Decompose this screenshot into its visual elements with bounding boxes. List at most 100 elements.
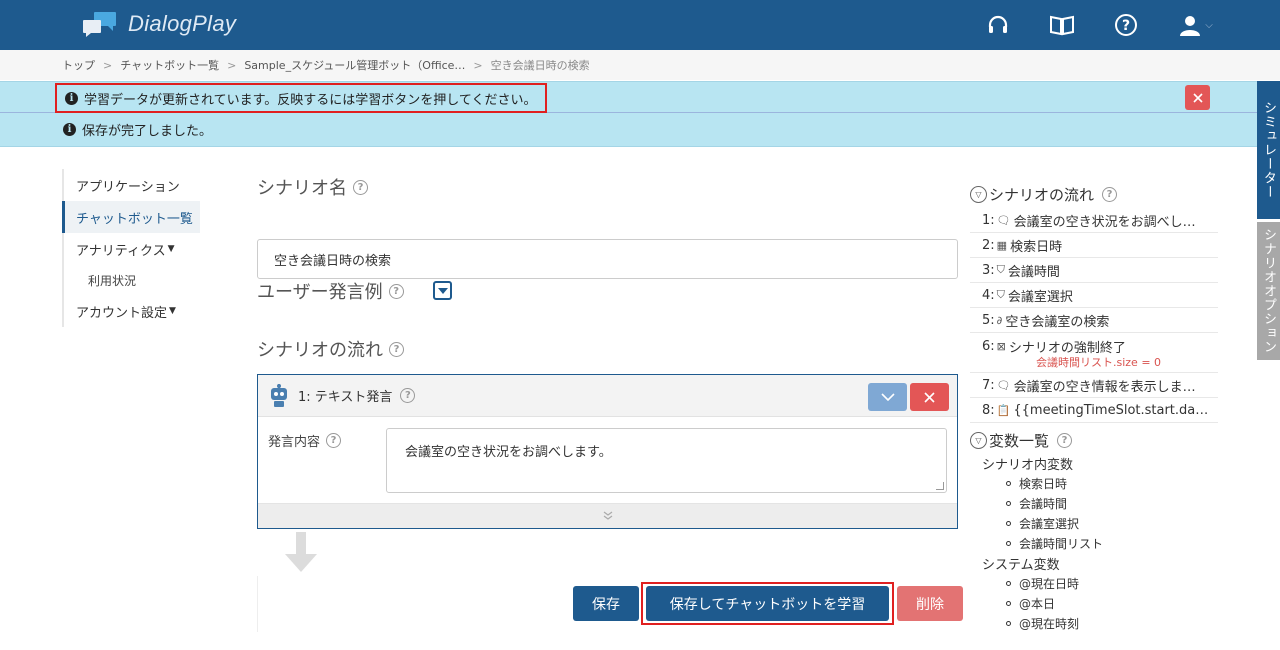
top-bar: DialogPlay ? ⌵ xyxy=(0,0,1280,50)
alert-close-button[interactable] xyxy=(1185,85,1210,110)
book-icon[interactable] xyxy=(1048,11,1076,39)
flow-number: 3: xyxy=(982,262,995,278)
flow-item[interactable]: 7: 🗨 会議室の空き情報を表示しま… xyxy=(970,373,1218,398)
flow-item[interactable]: 4: ⛉ 会議室選択 xyxy=(970,283,1218,308)
scenario-name-input[interactable]: 空き会議日時の検索 xyxy=(257,239,958,279)
flow-outline-title: シナリオの流れ xyxy=(989,185,1095,204)
help-icon[interactable]: ? xyxy=(389,341,404,357)
bullet-icon xyxy=(1006,600,1011,606)
link-icon: ∂ xyxy=(996,313,1003,327)
nav-item-usage[interactable]: 利用状況 xyxy=(64,265,202,295)
variable-name: 会議時間 xyxy=(1019,496,1068,511)
flow-arrow-icon xyxy=(285,532,317,572)
help-icon[interactable]: ? xyxy=(326,433,342,448)
nav-item-account-settings[interactable]: アカウント設定 ▼ xyxy=(64,295,202,327)
flow-item[interactable]: 1: 🗨 会議室の空き状況をお調べし… xyxy=(970,208,1218,233)
variable-name: 会議室選択 xyxy=(1019,516,1080,531)
help-icon[interactable]: ? xyxy=(388,283,404,299)
flow-outline-heading[interactable]: ▽ シナリオの流れ ? xyxy=(970,181,1218,207)
nav-item-chatbot-list[interactable]: チャットボット一覧 xyxy=(62,201,200,233)
flow-number: 5: xyxy=(982,312,995,328)
variable-name: 会議時間リスト xyxy=(1019,536,1104,551)
app-logo[interactable]: DialogPlay xyxy=(82,10,236,38)
nav-item-application[interactable]: アプリケーション xyxy=(64,169,202,201)
flow-item[interactable]: 8: 📋 {{meetingTimeSlot.start.da… xyxy=(970,398,1218,423)
scenario-vars-label: シナリオ内変数 xyxy=(982,457,1074,473)
scenario-name-heading: シナリオ名 ? xyxy=(257,174,368,200)
slot-icon: ⛉ xyxy=(996,263,1005,276)
variable-name: 検索日時 xyxy=(1019,476,1068,491)
breadcrumb-current: 空き会議日時の検索 xyxy=(490,59,590,72)
utterance-field-label: 発言内容 ? xyxy=(268,431,342,450)
right-panel: ▽ シナリオの流れ ? 1: 🗨 会議室の空き状況をお調べし… 2: ▦ 検索日時 3:… xyxy=(970,181,1218,633)
expand-toggle-button[interactable] xyxy=(433,281,452,300)
headset-icon[interactable] xyxy=(984,11,1012,39)
save-and-learn-button[interactable]: 保存してチャットボットを学習 xyxy=(646,586,889,621)
chevron-down-icon: ⌵ xyxy=(1205,19,1213,31)
simulator-tab[interactable]: シミュレーター xyxy=(1257,81,1280,219)
info-icon: i xyxy=(65,91,78,105)
flow-text: 空き会議室の検索 xyxy=(1005,314,1110,330)
collapse-button[interactable] xyxy=(868,383,907,411)
nav-item-analytics[interactable]: アナリティクス ▼ xyxy=(64,233,202,265)
flow-text: シナリオの強制終了 xyxy=(1008,340,1126,356)
chevron-down-icon: ▽ xyxy=(970,185,987,203)
flow-item[interactable]: 6: ⊠ シナリオの強制終了 会議時間リスト.size = 0 xyxy=(970,333,1218,373)
svg-text:?: ? xyxy=(1122,18,1130,34)
breadcrumb-separator: > xyxy=(103,58,113,72)
help-icon[interactable]: ? xyxy=(1057,432,1073,448)
caret-down-icon: ▼ xyxy=(167,244,175,254)
left-nav: アプリケーション チャットボット一覧 アナリティクス ▼ 利用状況 アカウント設定… xyxy=(62,169,202,327)
breadcrumb-chatbot-list[interactable]: チャットボット一覧 xyxy=(120,57,219,73)
flow-item[interactable]: 5: ∂ 空き会議室の検索 xyxy=(970,308,1218,333)
flow-text: 会議時間 xyxy=(1007,264,1060,280)
variable-item: 会議室選択 xyxy=(970,513,1218,533)
user-menu[interactable]: ⌵ xyxy=(1176,11,1216,39)
saved-alert: i 保存が完了しました。 xyxy=(0,113,1280,147)
save-and-learn-highlight: 保存してチャットボットを学習 xyxy=(641,582,894,625)
chevron-down-icon: ▽ xyxy=(970,431,987,449)
resize-handle[interactable] xyxy=(936,482,944,490)
scenario-options-tab[interactable]: シナリオオプション xyxy=(1257,222,1280,360)
help-icon[interactable]: ? xyxy=(353,179,368,195)
scenario-step-card: 1: テキスト発言 ? 発言内容 ? 会議室の空き状況をお調べします。 xyxy=(257,374,958,529)
caret-down-icon: ▼ xyxy=(169,306,176,316)
variables-heading[interactable]: ▽ 変数一覧 ? xyxy=(970,427,1218,453)
speech-icon: 🗨 xyxy=(996,213,1011,227)
flow-heading: シナリオの流れ ? xyxy=(257,336,404,362)
nav-label: アナリティクス xyxy=(76,243,166,259)
remove-step-button[interactable] xyxy=(910,383,949,411)
flow-text: 会議室選択 xyxy=(1007,289,1073,305)
info-icon: i xyxy=(63,123,76,136)
flow-number: 4: xyxy=(982,287,995,303)
flow-number: 6: xyxy=(982,338,995,354)
caret-down-icon xyxy=(437,287,448,294)
bullet-icon xyxy=(1006,500,1011,506)
breadcrumb-top[interactable]: トップ xyxy=(62,57,95,73)
help-icon[interactable]: ? xyxy=(400,388,416,403)
learning-alert-message: i 学習データが更新されています。反映するには学習ボタンを押してください。 xyxy=(55,83,547,113)
robot-icon xyxy=(271,383,287,407)
utterance-text: 会議室の空き状況をお調べします。 xyxy=(405,445,612,460)
learning-alert-text: 学習データが更新されています。反映するには学習ボタンを押してください。 xyxy=(84,92,537,108)
utterance-textarea[interactable]: 会議室の空き状況をお調べします。 xyxy=(386,428,947,493)
card-header: 1: テキスト発言 ? xyxy=(258,375,957,417)
delete-button[interactable]: 削除 xyxy=(897,586,963,621)
flow-text: 検索日時 xyxy=(1010,239,1063,255)
divider xyxy=(257,576,258,632)
breadcrumb: トップ > チャットボット一覧 > Sample_スケジュール管理ボット（Off… xyxy=(0,50,1280,80)
card-expand-footer[interactable] xyxy=(258,503,957,528)
flow-item[interactable]: 3: ⛉ 会議時間 xyxy=(970,258,1218,283)
slot-icon: ⛉ xyxy=(996,288,1005,301)
flow-condition: 会議時間リスト.size = 0 xyxy=(1036,355,1162,369)
nav-label: アプリケーション xyxy=(76,179,180,195)
breadcrumb-bot[interactable]: Sample_スケジュール管理ボット（Office… xyxy=(244,57,465,73)
double-chevron-down-icon xyxy=(603,511,612,520)
close-icon xyxy=(924,391,935,403)
flow-item[interactable]: 2: ▦ 検索日時 xyxy=(970,233,1218,258)
help-icon[interactable]: ? xyxy=(1102,186,1118,202)
nav-label: チャットボット一覧 xyxy=(76,211,193,227)
section-label: シナリオの流れ xyxy=(257,340,383,361)
help-icon[interactable]: ? xyxy=(1112,11,1140,39)
save-button[interactable]: 保存 xyxy=(573,586,639,621)
